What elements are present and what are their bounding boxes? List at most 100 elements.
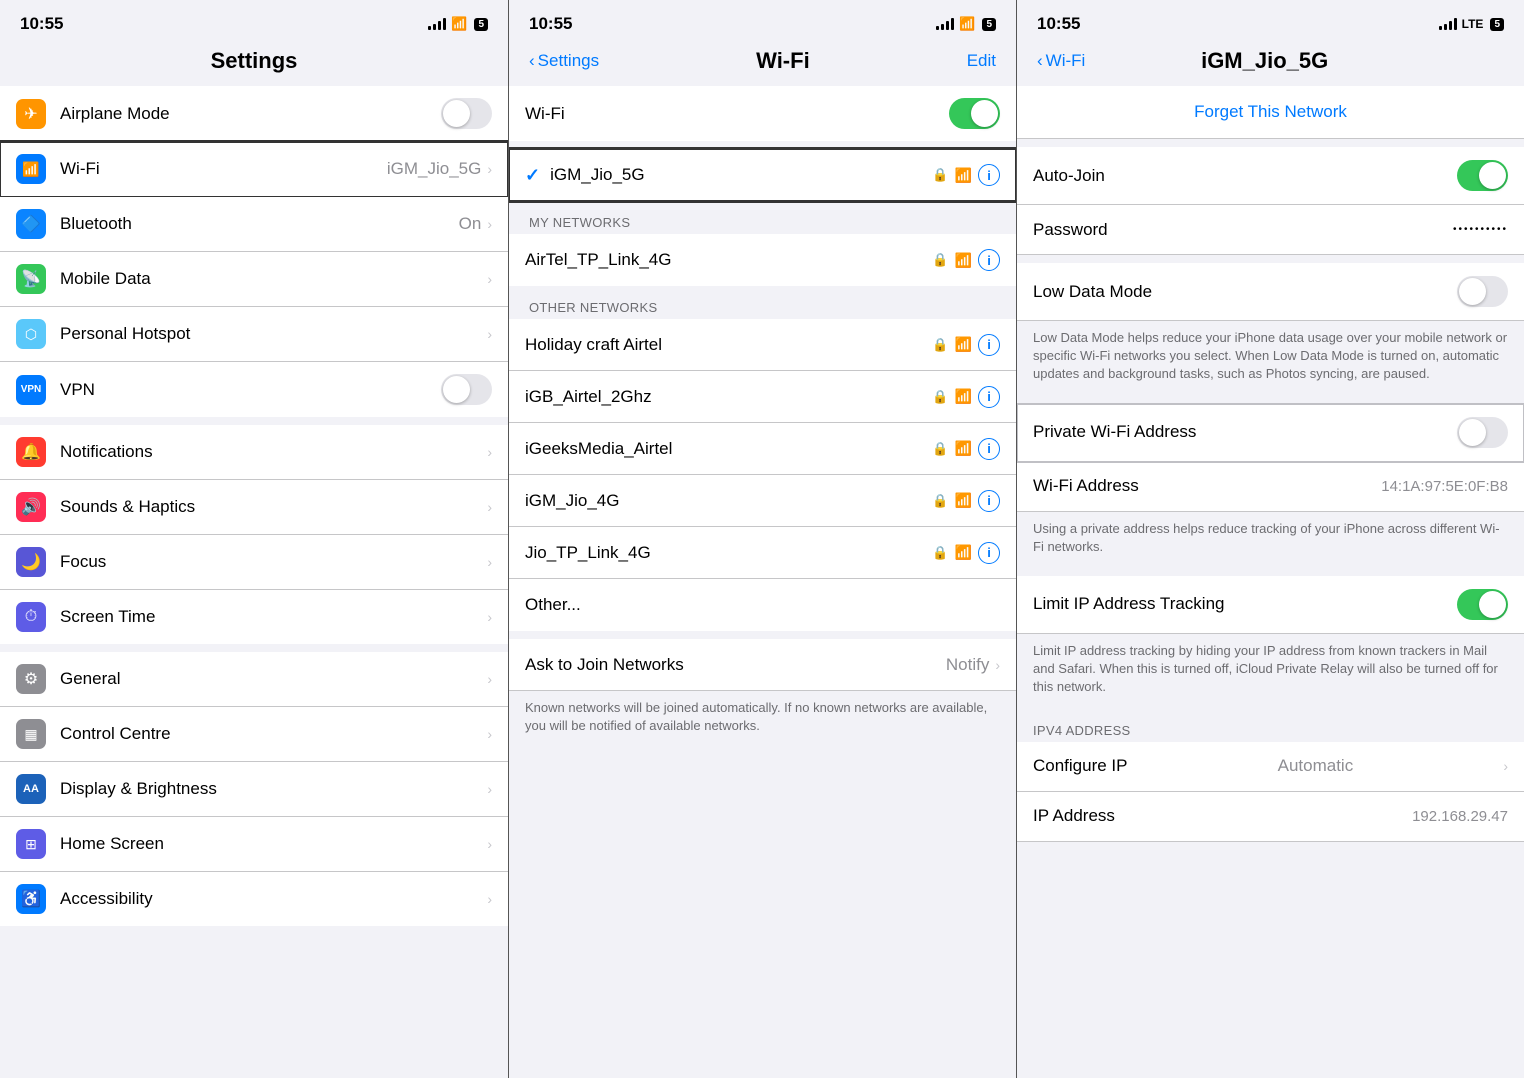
detail-back-label: Wi-Fi — [1046, 51, 1086, 71]
battery-1: 5 — [474, 18, 488, 31]
wifi-status-icon-2: 📶 — [959, 16, 975, 32]
low-data-item[interactable]: Low Data Mode — [1017, 263, 1524, 321]
settings-item-screen-time[interactable]: ⏱ Screen Time › — [0, 590, 508, 644]
info-button-igb[interactable]: i — [978, 386, 1000, 408]
wifi-address-item: Wi-Fi Address 14:1A:97:5E:0F:B8 — [1017, 462, 1524, 512]
configure-ip-item[interactable]: Configure IP Automatic › — [1017, 742, 1524, 792]
settings-item-home-screen[interactable]: ⊞ Home Screen › — [0, 817, 508, 872]
settings-group-2: 🔔 Notifications › 🔊 Sounds & Haptics › 🌙… — [0, 425, 508, 644]
network-igm-4g[interactable]: iGM_Jio_4G 🔒 📶 i — [509, 475, 1016, 527]
forget-group: Forget This Network — [1017, 86, 1524, 139]
ask-to-join-item[interactable]: Ask to Join Networks Notify › — [509, 639, 1016, 691]
connected-network-icons: 🔒 📶 i — [932, 164, 1000, 186]
status-icons-3: LTE 5 — [1439, 17, 1504, 31]
airplane-mode-icon: ✈ — [16, 99, 46, 129]
network-igb[interactable]: iGB_Airtel_2Ghz 🔒 📶 i — [509, 371, 1016, 423]
airplane-mode-label: Airplane Mode — [60, 104, 441, 124]
status-time-1: 10:55 — [20, 14, 63, 34]
private-wifi-toggle[interactable] — [1457, 417, 1508, 448]
settings-title: Settings — [80, 48, 428, 74]
detail-panel: 10:55 LTE 5 ‹ Wi-Fi iGM_Jio_5G Forget Th… — [1016, 0, 1524, 1078]
settings-item-general[interactable]: ⚙ General › — [0, 652, 508, 707]
network-igeeks[interactable]: iGeeksMedia_Airtel 🔒 📶 i — [509, 423, 1016, 475]
settings-item-notifications[interactable]: 🔔 Notifications › — [0, 425, 508, 480]
wifi-signal-jiotp: 📶 — [955, 544, 972, 561]
wifi-status-icon-1: 📶 — [451, 16, 467, 32]
control-centre-icon: ▦ — [16, 719, 46, 749]
igeeks-name: iGeeksMedia_Airtel — [525, 439, 932, 459]
accessibility-chevron: › — [487, 891, 492, 907]
my-network-airtel[interactable]: AirTel_TP_Link_4G 🔒 📶 i — [509, 234, 1016, 286]
wifi-label: Wi-Fi — [60, 159, 387, 179]
limit-ip-label: Limit IP Address Tracking — [1033, 594, 1225, 614]
airplane-mode-toggle[interactable] — [441, 98, 492, 129]
holiday-icons: 🔒 📶 i — [932, 334, 1000, 356]
igm4g-icons: 🔒 📶 i — [932, 490, 1000, 512]
focus-label: Focus — [60, 552, 487, 572]
jio-tp-name: Jio_TP_Link_4G — [525, 543, 932, 563]
personal-hotspot-icon: ⬡ — [16, 319, 46, 349]
settings-item-sounds[interactable]: 🔊 Sounds & Haptics › — [0, 480, 508, 535]
wifi-nav: ‹ Settings Wi-Fi Edit — [509, 40, 1016, 86]
ask-to-join-value: Notify — [946, 655, 989, 675]
screen-time-icon: ⏱ — [16, 602, 46, 632]
info-button-jiotp[interactable]: i — [978, 542, 1000, 564]
lte-label: LTE — [1462, 17, 1484, 31]
connected-network-item[interactable]: ✓ iGM_Jio_5G 🔒 📶 i — [509, 149, 1016, 201]
wifi-main-toggle[interactable] — [949, 98, 1000, 129]
password-item[interactable]: Password •••••••••• — [1017, 205, 1524, 255]
low-data-toggle[interactable] — [1457, 276, 1508, 307]
limit-ip-description: Limit IP address tracking by hiding your… — [1017, 634, 1524, 709]
network-holiday[interactable]: Holiday craft Airtel 🔒 📶 i — [509, 319, 1016, 371]
general-label: General — [60, 669, 487, 689]
settings-item-display[interactable]: AA Display & Brightness › — [0, 762, 508, 817]
network-other[interactable]: Other... — [509, 579, 1016, 631]
detail-nav: ‹ Wi-Fi iGM_Jio_5G — [1017, 40, 1524, 86]
wifi-signal-connected: 📶 — [955, 167, 972, 184]
settings-item-wifi[interactable]: 📶 Wi-Fi iGM_Jio_5G › — [0, 142, 508, 197]
wifi-toggle-item[interactable]: Wi-Fi — [509, 86, 1016, 141]
settings-item-bluetooth[interactable]: 🔷 Bluetooth On › — [0, 197, 508, 252]
lock-icon-igb: 🔒 — [932, 389, 948, 405]
status-time-2: 10:55 — [529, 14, 572, 34]
notifications-chevron: › — [487, 444, 492, 460]
private-wifi-item[interactable]: Private Wi-Fi Address — [1017, 404, 1524, 462]
auto-join-toggle[interactable] — [1457, 160, 1508, 191]
network-jio-tp[interactable]: Jio_TP_Link_4G 🔒 📶 i — [509, 527, 1016, 579]
info-button-holiday[interactable]: i — [978, 334, 1000, 356]
settings-item-focus[interactable]: 🌙 Focus › — [0, 535, 508, 590]
notifications-icon: 🔔 — [16, 437, 46, 467]
wifi-back-label: Settings — [538, 51, 599, 71]
info-button-igeeks[interactable]: i — [978, 438, 1000, 460]
wifi-chevron: › — [487, 161, 492, 177]
settings-item-airplane-mode[interactable]: ✈ Airplane Mode — [0, 86, 508, 142]
airtel-tp-name: AirTel_TP_Link_4G — [525, 250, 932, 270]
settings-group-1: ✈ Airplane Mode 📶 Wi-Fi iGM_Jio_5G › 🔷 — [0, 86, 508, 417]
status-bar-2: 10:55 📶 5 — [509, 0, 1016, 40]
info-button-igm4g[interactable]: i — [978, 490, 1000, 512]
info-button-connected[interactable]: i — [978, 164, 1000, 186]
vpn-toggle[interactable] — [441, 374, 492, 405]
auto-join-item[interactable]: Auto-Join — [1017, 147, 1524, 205]
signal-bar-3 — [438, 21, 441, 30]
wifi-icon-settings: 📶 — [16, 154, 46, 184]
wifi-address-description: Using a private address helps reduce tra… — [1017, 512, 1524, 568]
limit-ip-toggle[interactable] — [1457, 589, 1508, 620]
other-networks-group: OTHER NETWORKS Holiday craft Airtel 🔒 📶 … — [509, 294, 1016, 631]
settings-item-control-centre[interactable]: ▦ Control Centre › — [0, 707, 508, 762]
wifi-value: iGM_Jio_5G — [387, 159, 481, 179]
other-networks-header: OTHER NETWORKS — [509, 294, 1016, 319]
sounds-icon: 🔊 — [16, 492, 46, 522]
wifi-edit-button[interactable]: Edit — [967, 51, 996, 71]
settings-item-vpn[interactable]: VPN VPN — [0, 362, 508, 417]
wifi-back-button[interactable]: ‹ Settings — [529, 51, 599, 71]
forget-network-button[interactable]: Forget This Network — [1017, 86, 1524, 139]
settings-item-mobile-data[interactable]: 📡 Mobile Data › — [0, 252, 508, 307]
detail-back-button[interactable]: ‹ Wi-Fi — [1037, 51, 1085, 71]
configure-ip-value: Automatic — [1278, 756, 1354, 776]
settings-item-accessibility[interactable]: ♿ Accessibility › — [0, 872, 508, 926]
focus-chevron: › — [487, 554, 492, 570]
limit-ip-item[interactable]: Limit IP Address Tracking — [1017, 576, 1524, 634]
info-button-airtel[interactable]: i — [978, 249, 1000, 271]
settings-item-personal-hotspot[interactable]: ⬡ Personal Hotspot › — [0, 307, 508, 362]
